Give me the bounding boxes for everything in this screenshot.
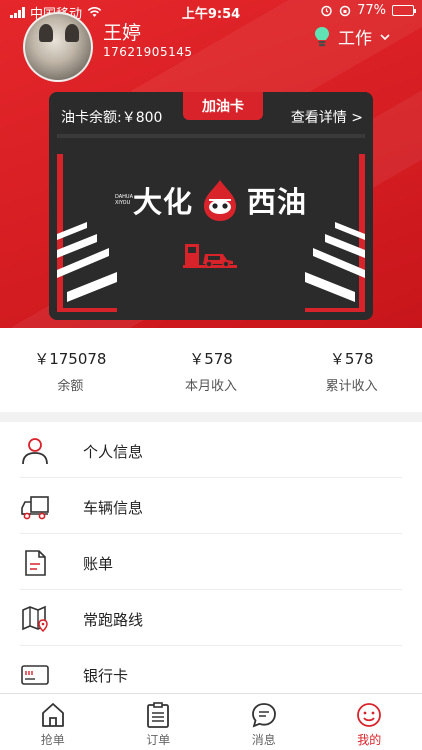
document-icon bbox=[25, 550, 46, 576]
brand-logo: DAHUA XIYOU 大化 西油 bbox=[49, 178, 373, 222]
brand-small-text: DAHUA XIYOU bbox=[114, 194, 134, 206]
brand-name-right: 西油 bbox=[247, 185, 308, 219]
menu-item-routes[interactable]: 常跑路线 bbox=[0, 590, 422, 646]
message-icon bbox=[251, 703, 276, 728]
menu-item-vehicle-info[interactable]: 车辆信息 bbox=[0, 478, 422, 534]
brand-name-left: 大化 bbox=[132, 185, 193, 219]
user-phone: 17621905145 bbox=[103, 45, 193, 59]
oil-drop-mascot-icon bbox=[204, 180, 236, 221]
stat-label: 本月收入 bbox=[185, 379, 238, 394]
card-detail-link[interactable]: 查看详情 > bbox=[291, 107, 363, 127]
stat-monthly-income[interactable]: ￥578 本月收入 bbox=[141, 328, 282, 412]
battery-icon bbox=[392, 5, 416, 16]
menu-item-label: 车辆信息 bbox=[83, 499, 144, 517]
battery-percent: 77% bbox=[357, 3, 386, 18]
menu-item-bills[interactable]: 账单 bbox=[0, 534, 422, 590]
bottom-tab-bar: 抢单 订单 消息 我的 bbox=[0, 693, 422, 750]
tab-label: 我的 bbox=[357, 733, 382, 747]
menu-item-label: 常跑路线 bbox=[83, 611, 144, 629]
smiley-icon bbox=[357, 703, 382, 727]
stat-value: ￥175078 bbox=[34, 350, 107, 368]
person-icon bbox=[22, 438, 48, 465]
stat-total-income[interactable]: ￥578 累计收入 bbox=[281, 328, 422, 412]
user-name: 王婷 bbox=[103, 22, 142, 44]
rotation-lock-icon bbox=[339, 5, 351, 16]
fuel-card[interactable]: 加油卡 油卡余额:￥800 查看详情 > DAHUA XIYOU 大化 西油 bbox=[49, 92, 373, 320]
tab-label: 抢单 bbox=[40, 733, 65, 747]
work-mode-switch[interactable]: 工作 bbox=[314, 24, 390, 49]
fuel-card-tab: 加油卡 bbox=[183, 92, 263, 120]
card-balance: 油卡余额:￥800 bbox=[61, 110, 163, 126]
stat-balance[interactable]: ￥175078 余额 bbox=[0, 328, 141, 412]
section-divider bbox=[0, 412, 422, 422]
chevron-down-icon bbox=[380, 33, 390, 40]
tab-label: 消息 bbox=[251, 733, 276, 747]
stats-panel: ￥175078 余额 ￥578 本月收入 ￥578 累计收入 bbox=[0, 328, 422, 412]
menu-item-label: 个人信息 bbox=[83, 443, 144, 461]
lightbulb-icon bbox=[315, 26, 329, 46]
stat-value: ￥578 bbox=[189, 350, 233, 368]
menu-item-label: 银行卡 bbox=[83, 667, 129, 685]
stat-label: 累计收入 bbox=[325, 379, 378, 394]
menu-item-personal-info[interactable]: 个人信息 bbox=[0, 422, 422, 478]
profile-header: 中国移动 上午9:54 77% 王婷 17621905145 bbox=[0, 0, 422, 328]
tab-messages[interactable]: 消息 bbox=[211, 694, 317, 750]
tab-orders[interactable]: 订单 bbox=[106, 694, 212, 750]
card-frame-decoration bbox=[57, 134, 365, 312]
tab-mine[interactable]: 我的 bbox=[317, 694, 422, 750]
avatar[interactable] bbox=[23, 12, 93, 82]
gas-station-icon bbox=[183, 244, 237, 268]
menu-list: 个人信息 车辆信息 账单 常跑路线 银行卡 bbox=[0, 422, 422, 702]
stat-label: 余额 bbox=[57, 379, 84, 394]
home-icon bbox=[41, 703, 64, 727]
truck-icon bbox=[21, 496, 49, 520]
clipboard-icon bbox=[147, 702, 170, 728]
stat-value: ￥578 bbox=[329, 350, 374, 368]
menu-item-label: 账单 bbox=[83, 555, 114, 573]
bank-card-icon bbox=[21, 665, 49, 685]
work-mode-label: 工作 bbox=[338, 29, 372, 49]
map-route-icon bbox=[22, 605, 48, 633]
tab-label: 订单 bbox=[146, 733, 171, 747]
alarm-icon bbox=[321, 5, 332, 17]
tab-grab-order[interactable]: 抢单 bbox=[0, 694, 106, 750]
